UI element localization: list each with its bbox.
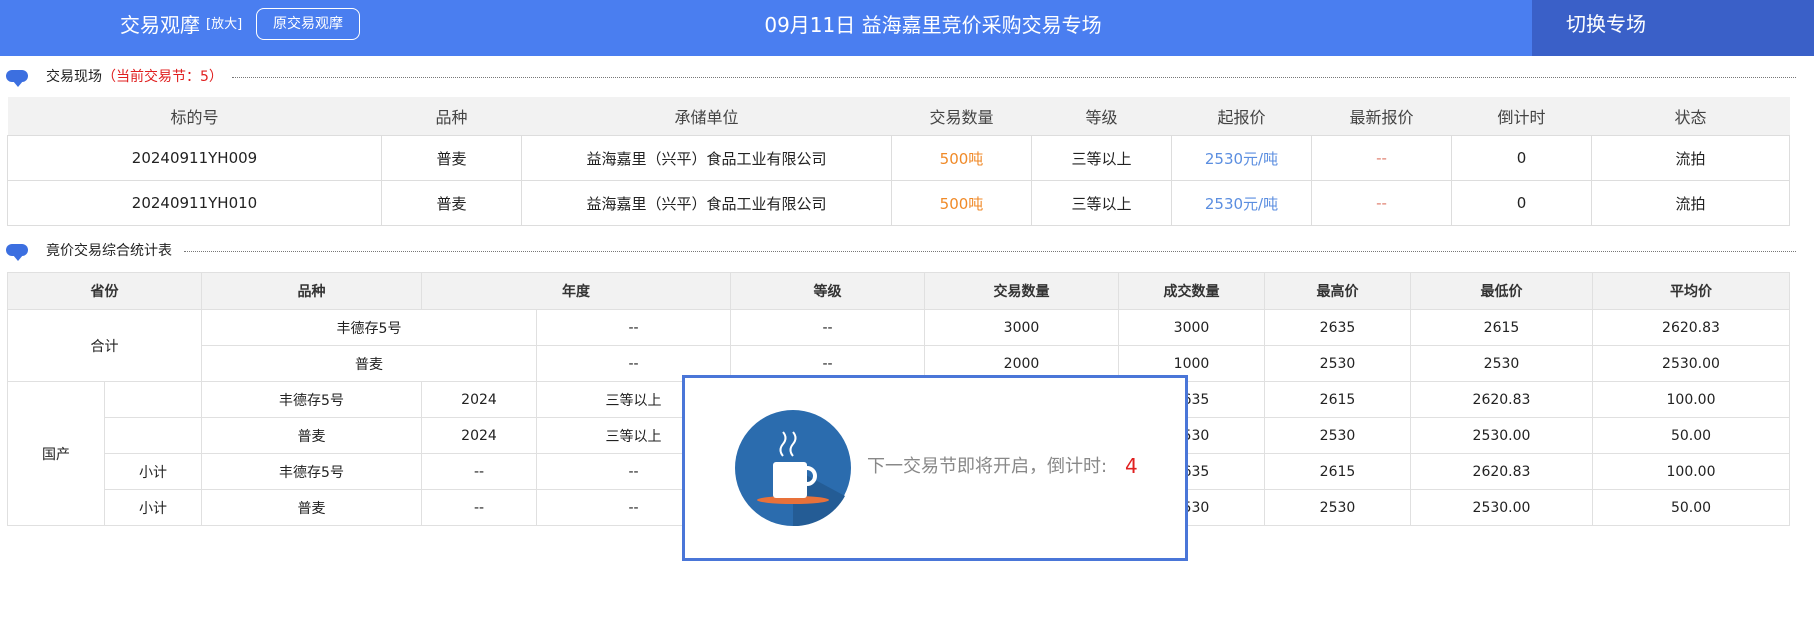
table-cell: 丰德存5号 [201,381,422,418]
table-cell: 2530 [1410,345,1593,382]
table-cell: 流拍 [1591,180,1790,226]
column-header: 交易数量 [924,272,1119,310]
table-cell: 2615 [1410,309,1593,346]
table-cell: 2530 [1264,345,1411,382]
column-header: 品种 [201,272,422,310]
column-header: 承储单位 [521,97,892,136]
province-label: 国产 [7,381,105,526]
column-header: 成交数量 [1118,272,1265,310]
table-cell: 500吨 [891,180,1032,226]
countdown-message: 下一交易节即将开启，倒计时: [867,456,1108,477]
stats-section-title: 竟价交易综合统计表 [46,243,172,259]
chat-bubble-icon [6,244,28,261]
table-cell: -- [1311,135,1452,181]
table-cell [104,381,202,418]
table-cell: 三等以上 [1031,180,1172,226]
table-cell: -- [421,453,537,490]
table-cell: 普麦 [201,417,422,454]
chat-bubble-icon [6,70,28,87]
table-cell: 普麦 [201,345,537,382]
table-cell: 500吨 [891,135,1032,181]
table-cell: 2615 [1264,453,1411,490]
column-header: 状态 [1591,97,1790,136]
table-cell: 2620.83 [1410,453,1593,490]
table-cell: 2635 [1264,309,1411,346]
section-divider [232,77,1796,78]
column-header: 交易数量 [891,97,1032,136]
table-cell: 2620.83 [1592,309,1790,346]
table-cell: 2530.00 [1410,417,1593,454]
table-cell: 2530 [1264,489,1411,526]
table-cell: 普麦 [201,489,422,526]
table-row: 20240911YH009 普麦 益海嘉里（兴平）食品工业有限公司 500吨 三等以上 2… [7,135,1790,181]
column-header: 倒计时 [1451,97,1592,136]
table-cell: 2530元/吨 [1171,135,1312,181]
column-header: 最新报价 [1311,97,1452,136]
table-cell: 3000 [924,309,1119,346]
table-cell: 50.00 [1592,417,1790,454]
table-cell: 0 [1451,180,1592,226]
table-cell: 2530元/吨 [1171,180,1312,226]
coffee-cup-icon [735,410,851,527]
switch-session-button[interactable]: 切换专场 [1532,0,1814,56]
table-cell: 丰德存5号 [201,453,422,490]
column-header: 等级 [1031,97,1172,136]
table-cell: -- [730,309,925,346]
table-cell: -- [1311,180,1452,226]
table-cell: 2024 [421,381,537,418]
table-cell: 20240911YH009 [7,135,382,181]
table-cell: 三等以上 [1031,135,1172,181]
column-header: 最低价 [1410,272,1593,310]
table-cell: 3000 [1118,309,1265,346]
table-cell: 100.00 [1592,381,1790,418]
live-trading-table: 标的号 品种 承储单位 交易数量 等级 起报价 最新报价 倒计时 状态 20240911YH00… [7,97,1790,226]
countdown-dialog: 下一交易节即将开启，倒计时: 4 [682,375,1188,561]
table-cell: 0 [1451,135,1592,181]
table-cell: 20240911YH010 [7,180,382,226]
stats-section-header: 竟价交易综合统计表 [6,240,1796,262]
table-cell: -- [421,489,537,526]
total-label: 合计 [7,309,202,382]
section-divider [184,251,1796,252]
table-cell: 普麦 [381,180,522,226]
table-cell: 50.00 [1592,489,1790,526]
top-bar: 交易观摩 [放大] 原交易观摩 09月11日 益海嘉里竞价采购交易专场 切换专场 [0,0,1814,56]
live-section-title: 交易现场 [46,69,102,85]
table-cell: 益海嘉里（兴平）食品工业有限公司 [521,135,892,181]
column-header: 等级 [730,272,925,310]
column-header: 年度 [421,272,731,310]
table-cell: 2530 [1264,417,1411,454]
table-cell: 2530.00 [1410,489,1593,526]
table-cell: 益海嘉里（兴平）食品工业有限公司 [521,180,892,226]
table-cell: -- [536,309,731,346]
table-cell: 100.00 [1592,453,1790,490]
column-header: 省份 [7,272,202,310]
table-cell: 2620.83 [1410,381,1593,418]
table-cell: 普麦 [381,135,522,181]
table-cell: 流拍 [1591,135,1790,181]
current-session-label: （当前交易节：5） [102,69,223,85]
column-header: 平均价 [1592,272,1790,310]
table-cell: 小计 [104,489,202,526]
table-cell: 2615 [1264,381,1411,418]
table-row: 20240911YH010 普麦 益海嘉里（兴平）食品工业有限公司 500吨 三等以上 2… [7,180,1790,226]
table-cell: 丰德存5号 [201,309,537,346]
table-cell [104,417,202,454]
table-cell: 小计 [104,453,202,490]
live-section-header: 交易现场（当前交易节：5） [6,66,1796,88]
table-cell: 2024 [421,417,537,454]
column-header: 最高价 [1264,272,1411,310]
column-header: 品种 [381,97,522,136]
table-row: 合计丰德存5号----30003000263526152620.83100.00 [7,309,1790,382]
countdown-value: 4 [1125,454,1138,478]
column-header: 标的号 [7,97,382,136]
column-header: 起报价 [1171,97,1312,136]
table-cell: 2530.00 [1592,345,1790,382]
